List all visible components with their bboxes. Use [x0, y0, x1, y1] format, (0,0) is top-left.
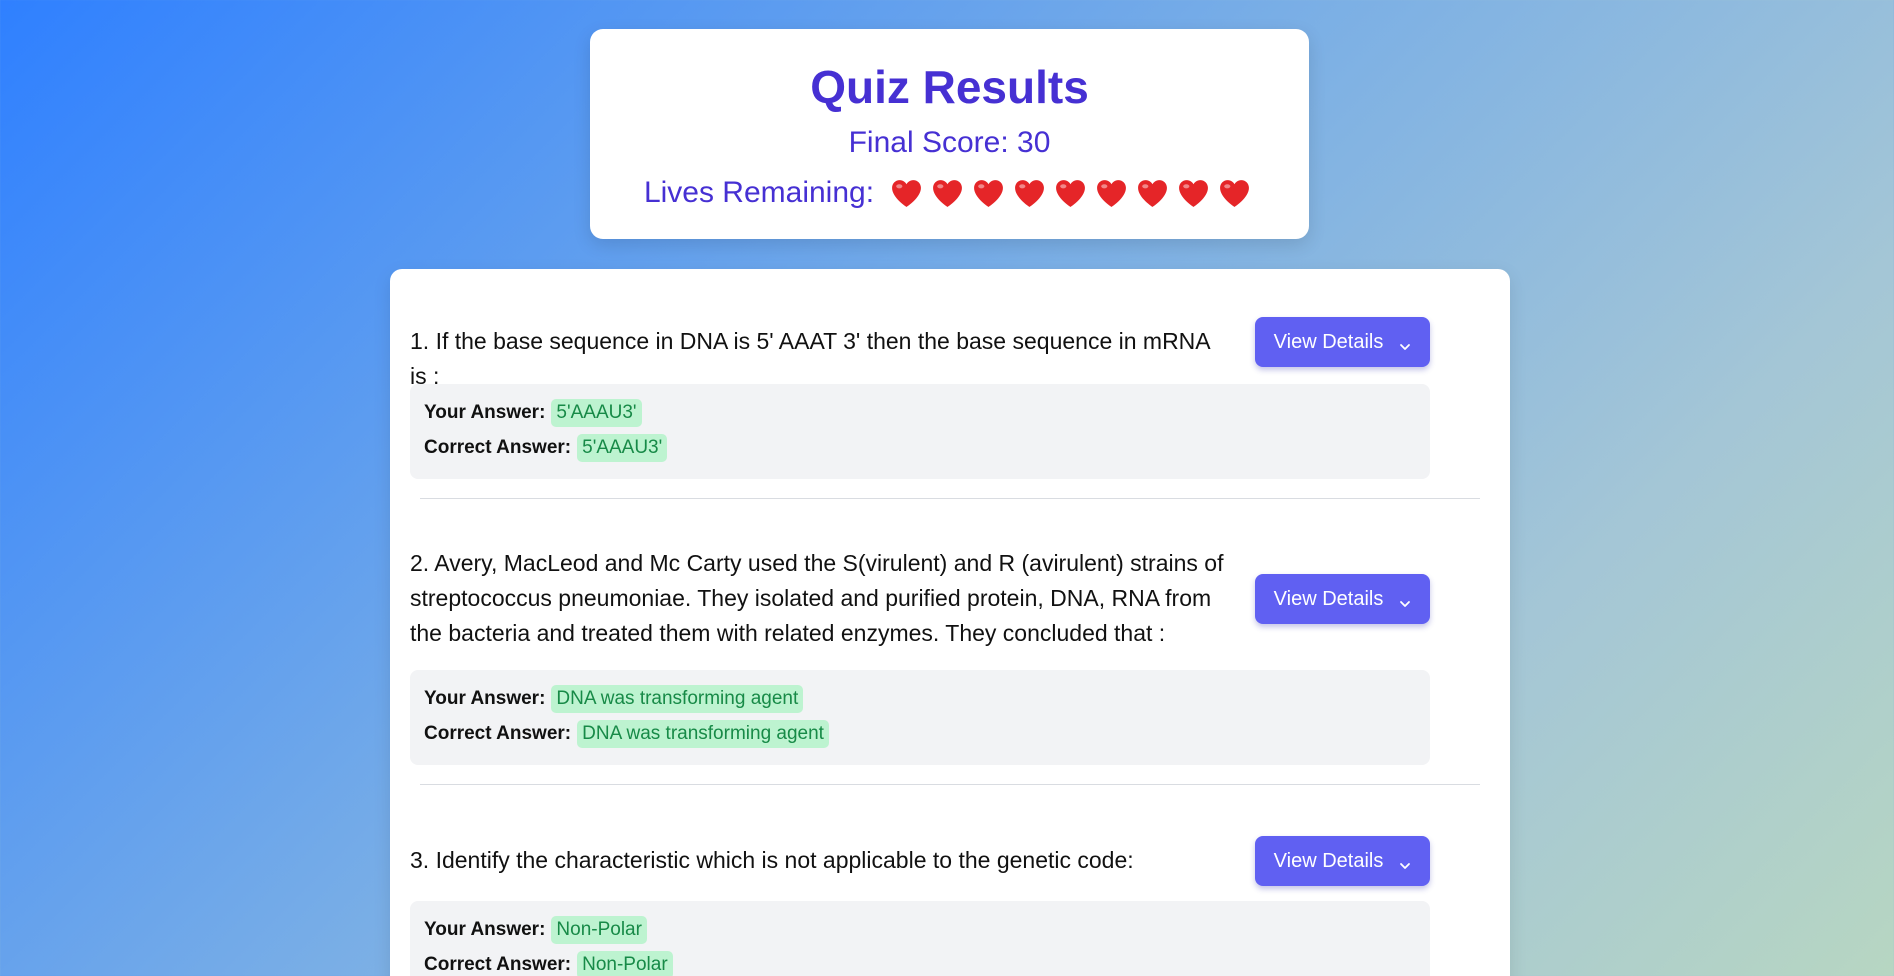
view-details-button[interactable]: View Details — [1255, 317, 1430, 367]
question-text: 2. Avery, MacLeod and Mc Carty used the … — [410, 550, 1224, 646]
heart-icon — [1218, 178, 1251, 208]
your-answer-label: Your Answer: — [424, 688, 546, 709]
page-title: Quiz Results — [810, 61, 1089, 113]
heart-icon — [1013, 178, 1046, 208]
your-answer-line: Your Answer: DNA was transforming agent — [424, 685, 804, 713]
divider — [420, 498, 1480, 499]
correct-answer-line: Correct Answer: Non-Polar — [424, 951, 673, 976]
your-answer-line: Your Answer: 5'AAAU3' — [424, 399, 642, 427]
heart-icon — [1095, 178, 1128, 208]
view-details-label: View Details — [1273, 849, 1384, 872]
correct-answer-label: Correct Answer: — [424, 723, 572, 744]
answer-box: Your Answer: DNA was transforming agent … — [410, 670, 1430, 765]
your-answer-line: Your Answer: Non-Polar — [424, 916, 647, 944]
results-header-card: Quiz Results Final Score: 30 Lives Remai… — [590, 29, 1309, 239]
chevron-down-icon — [1399, 855, 1411, 869]
answer-box: Your Answer: Non-Polar Correct Answer: N… — [410, 901, 1430, 976]
hearts-row — [886, 178, 1255, 208]
chevron-down-icon — [1399, 336, 1411, 350]
results-list-card: 1. If the base sequence in DNA is 5' AAA… — [390, 269, 1510, 976]
chevron-down-icon — [1399, 593, 1411, 607]
heart-icon — [1136, 178, 1169, 208]
answer-box: Your Answer: 5'AAAU3' Correct Answer: 5'… — [410, 384, 1430, 479]
heart-icon — [972, 178, 1005, 208]
view-details-button[interactable]: View Details — [1255, 836, 1430, 886]
lives-remaining: Lives Remaining: — [590, 175, 1309, 211]
correct-answer-value: Non-Polar — [577, 951, 673, 976]
correct-answer-value: DNA was transforming agent — [577, 720, 829, 748]
your-answer-label: Your Answer: — [424, 402, 546, 423]
heart-icon — [931, 178, 964, 208]
your-answer-value: 5'AAAU3' — [551, 399, 642, 427]
view-details-label: View Details — [1273, 587, 1384, 610]
correct-answer-label: Correct Answer: — [424, 437, 572, 458]
view-details-button[interactable]: View Details — [1255, 574, 1430, 624]
divider — [420, 784, 1480, 785]
your-answer-value: DNA was transforming agent — [551, 685, 804, 713]
heart-icon — [1177, 178, 1210, 208]
your-answer-label: Your Answer: — [424, 919, 546, 940]
question-text: 3. Identify the characteristic which is … — [410, 847, 1134, 873]
correct-answer-line: Correct Answer: DNA was transforming age… — [424, 720, 829, 748]
correct-answer-label: Correct Answer: — [424, 954, 572, 975]
lives-label: Lives Remaining: — [643, 176, 875, 209]
heart-icon — [890, 178, 923, 208]
heart-icon — [1054, 178, 1087, 208]
correct-answer-line: Correct Answer: 5'AAAU3' — [424, 434, 668, 462]
view-details-label: View Details — [1273, 330, 1384, 353]
your-answer-value: Non-Polar — [551, 916, 647, 944]
final-score: Final Score: 30 — [848, 126, 1051, 159]
correct-answer-value: 5'AAAU3' — [577, 434, 668, 462]
